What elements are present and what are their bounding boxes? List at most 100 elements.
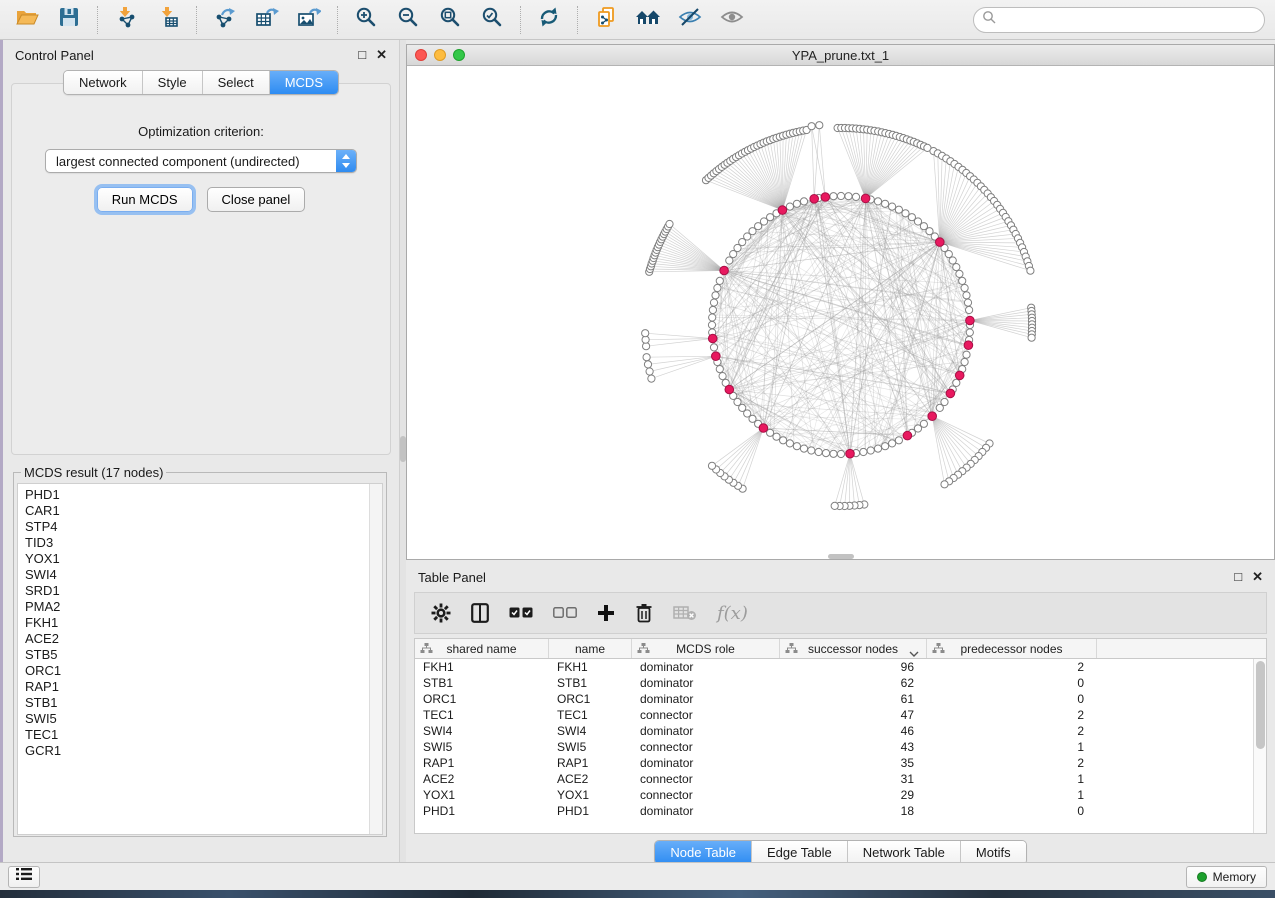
- export-network-button[interactable]: [204, 3, 246, 37]
- cell-predecessor_nodes[interactable]: 1: [927, 787, 1097, 803]
- memory-button[interactable]: Memory: [1186, 866, 1267, 888]
- mcds-hub-node[interactable]: [903, 431, 912, 440]
- ring-node[interactable]: [874, 445, 881, 452]
- mcds-hub-node[interactable]: [846, 449, 855, 458]
- ring-node[interactable]: [860, 448, 867, 455]
- cell-shared_name[interactable]: SWI5: [415, 739, 549, 755]
- ring-node[interactable]: [786, 440, 793, 447]
- table-row[interactable]: YOX1YOX1connector291: [415, 787, 1266, 803]
- table-row[interactable]: SWI4SWI4dominator462: [415, 723, 1266, 739]
- zoom-fit-button[interactable]: [429, 3, 471, 37]
- cell-shared_name[interactable]: ACE2: [415, 771, 549, 787]
- mcds-result-item[interactable]: RAP1: [25, 679, 382, 695]
- network-canvas[interactable]: [407, 66, 1274, 559]
- export-image-button[interactable]: [288, 3, 330, 37]
- import-table-button[interactable]: [147, 3, 189, 37]
- mcds-result-item[interactable]: TEC1: [25, 727, 382, 743]
- ring-node[interactable]: [786, 203, 793, 210]
- minimize-window-icon[interactable]: [434, 49, 446, 61]
- ring-node[interactable]: [966, 306, 973, 313]
- cell-shared_name[interactable]: YOX1: [415, 787, 549, 803]
- function-builder-icon[interactable]: f(x): [717, 603, 748, 624]
- close-panel-button[interactable]: Close panel: [207, 187, 306, 212]
- satellite-node[interactable]: [642, 330, 649, 337]
- cell-name[interactable]: FKH1: [549, 659, 632, 675]
- table-row[interactable]: SWI5SWI5connector431: [415, 739, 1266, 755]
- cell-predecessor_nodes[interactable]: 2: [927, 723, 1097, 739]
- ring-node[interactable]: [837, 450, 844, 457]
- mcds-hub-node[interactable]: [955, 371, 964, 380]
- network-overview-icon[interactable]: [627, 3, 669, 37]
- ring-node[interactable]: [936, 404, 943, 411]
- column-header-shared_name[interactable]: shared name: [415, 639, 549, 658]
- ring-node[interactable]: [808, 447, 815, 454]
- ring-node[interactable]: [895, 437, 902, 444]
- mcds-hub-node[interactable]: [725, 385, 734, 394]
- ring-node[interactable]: [964, 299, 971, 306]
- column-header-successor_nodes[interactable]: successor nodes: [780, 639, 927, 658]
- ring-node[interactable]: [726, 257, 733, 264]
- ring-node[interactable]: [959, 277, 966, 284]
- satellite-node[interactable]: [644, 361, 651, 368]
- zoom-in-button[interactable]: [345, 3, 387, 37]
- cell-successor_nodes[interactable]: 46: [780, 723, 927, 739]
- ring-node[interactable]: [830, 450, 837, 457]
- cell-successor_nodes[interactable]: 29: [780, 787, 927, 803]
- table-tab-node-table[interactable]: Node Table: [655, 841, 752, 864]
- ring-node[interactable]: [822, 450, 829, 457]
- satellite-node[interactable]: [1027, 267, 1034, 274]
- table-row[interactable]: STB1STB1dominator620: [415, 675, 1266, 691]
- export-table-button[interactable]: [246, 3, 288, 37]
- cell-mcds_role[interactable]: connector: [632, 787, 780, 803]
- cell-name[interactable]: ORC1: [549, 691, 632, 707]
- ring-node[interactable]: [889, 203, 896, 210]
- cell-shared_name[interactable]: RAP1: [415, 755, 549, 771]
- maximize-window-icon[interactable]: [453, 49, 465, 61]
- cell-shared_name[interactable]: FKH1: [415, 659, 549, 675]
- table-row[interactable]: ORC1ORC1dominator610: [415, 691, 1266, 707]
- optimization-select[interactable]: largest connected component (undirected): [45, 149, 357, 173]
- column-header-predecessor_nodes[interactable]: predecessor nodes: [927, 639, 1097, 658]
- cell-mcds_role[interactable]: dominator: [632, 675, 780, 691]
- ring-node[interactable]: [902, 210, 909, 217]
- open-session-button[interactable]: [6, 3, 48, 37]
- cell-predecessor_nodes[interactable]: 2: [927, 755, 1097, 771]
- delete-table-icon[interactable]: [673, 605, 697, 621]
- ring-node[interactable]: [830, 193, 837, 200]
- ring-node[interactable]: [961, 358, 968, 365]
- mcds-result-item[interactable]: ORC1: [25, 663, 382, 679]
- table-tab-motifs[interactable]: Motifs: [961, 841, 1026, 864]
- task-history-button[interactable]: [8, 866, 40, 888]
- mcds-result-item[interactable]: ACE2: [25, 631, 382, 647]
- tab-network[interactable]: Network: [64, 71, 143, 94]
- table-row[interactable]: ACE2ACE2connector311: [415, 771, 1266, 787]
- satellite-node[interactable]: [831, 502, 838, 509]
- mcds-result-item[interactable]: STB5: [25, 647, 382, 663]
- save-session-button[interactable]: [48, 3, 90, 37]
- close-window-icon[interactable]: [415, 49, 427, 61]
- float-panel-icon[interactable]: □: [1234, 569, 1242, 585]
- cell-name[interactable]: YOX1: [549, 787, 632, 803]
- cell-predecessor_nodes[interactable]: 0: [927, 675, 1097, 691]
- search-input[interactable]: [997, 10, 1264, 30]
- mcds-hub-node[interactable]: [964, 341, 973, 350]
- add-column-icon[interactable]: [597, 604, 615, 622]
- cell-predecessor_nodes[interactable]: 2: [927, 659, 1097, 675]
- cell-successor_nodes[interactable]: 47: [780, 707, 927, 723]
- satellite-node[interactable]: [646, 368, 653, 375]
- ring-node[interactable]: [852, 193, 859, 200]
- ring-node[interactable]: [815, 448, 822, 455]
- satellite-node[interactable]: [648, 375, 655, 382]
- select-all-columns-icon[interactable]: [509, 607, 533, 619]
- cell-mcds_role[interactable]: dominator: [632, 803, 780, 819]
- ring-node[interactable]: [767, 214, 774, 221]
- cell-mcds_role[interactable]: dominator: [632, 691, 780, 707]
- cell-successor_nodes[interactable]: 96: [780, 659, 927, 675]
- ring-node[interactable]: [963, 292, 970, 299]
- mcds-hub-node[interactable]: [810, 195, 819, 204]
- ring-node[interactable]: [953, 264, 960, 271]
- satellite-node[interactable]: [643, 354, 650, 361]
- satellite-node[interactable]: [666, 220, 673, 227]
- table-row[interactable]: RAP1RAP1dominator352: [415, 755, 1266, 771]
- table-row[interactable]: FKH1FKH1dominator962: [415, 659, 1266, 675]
